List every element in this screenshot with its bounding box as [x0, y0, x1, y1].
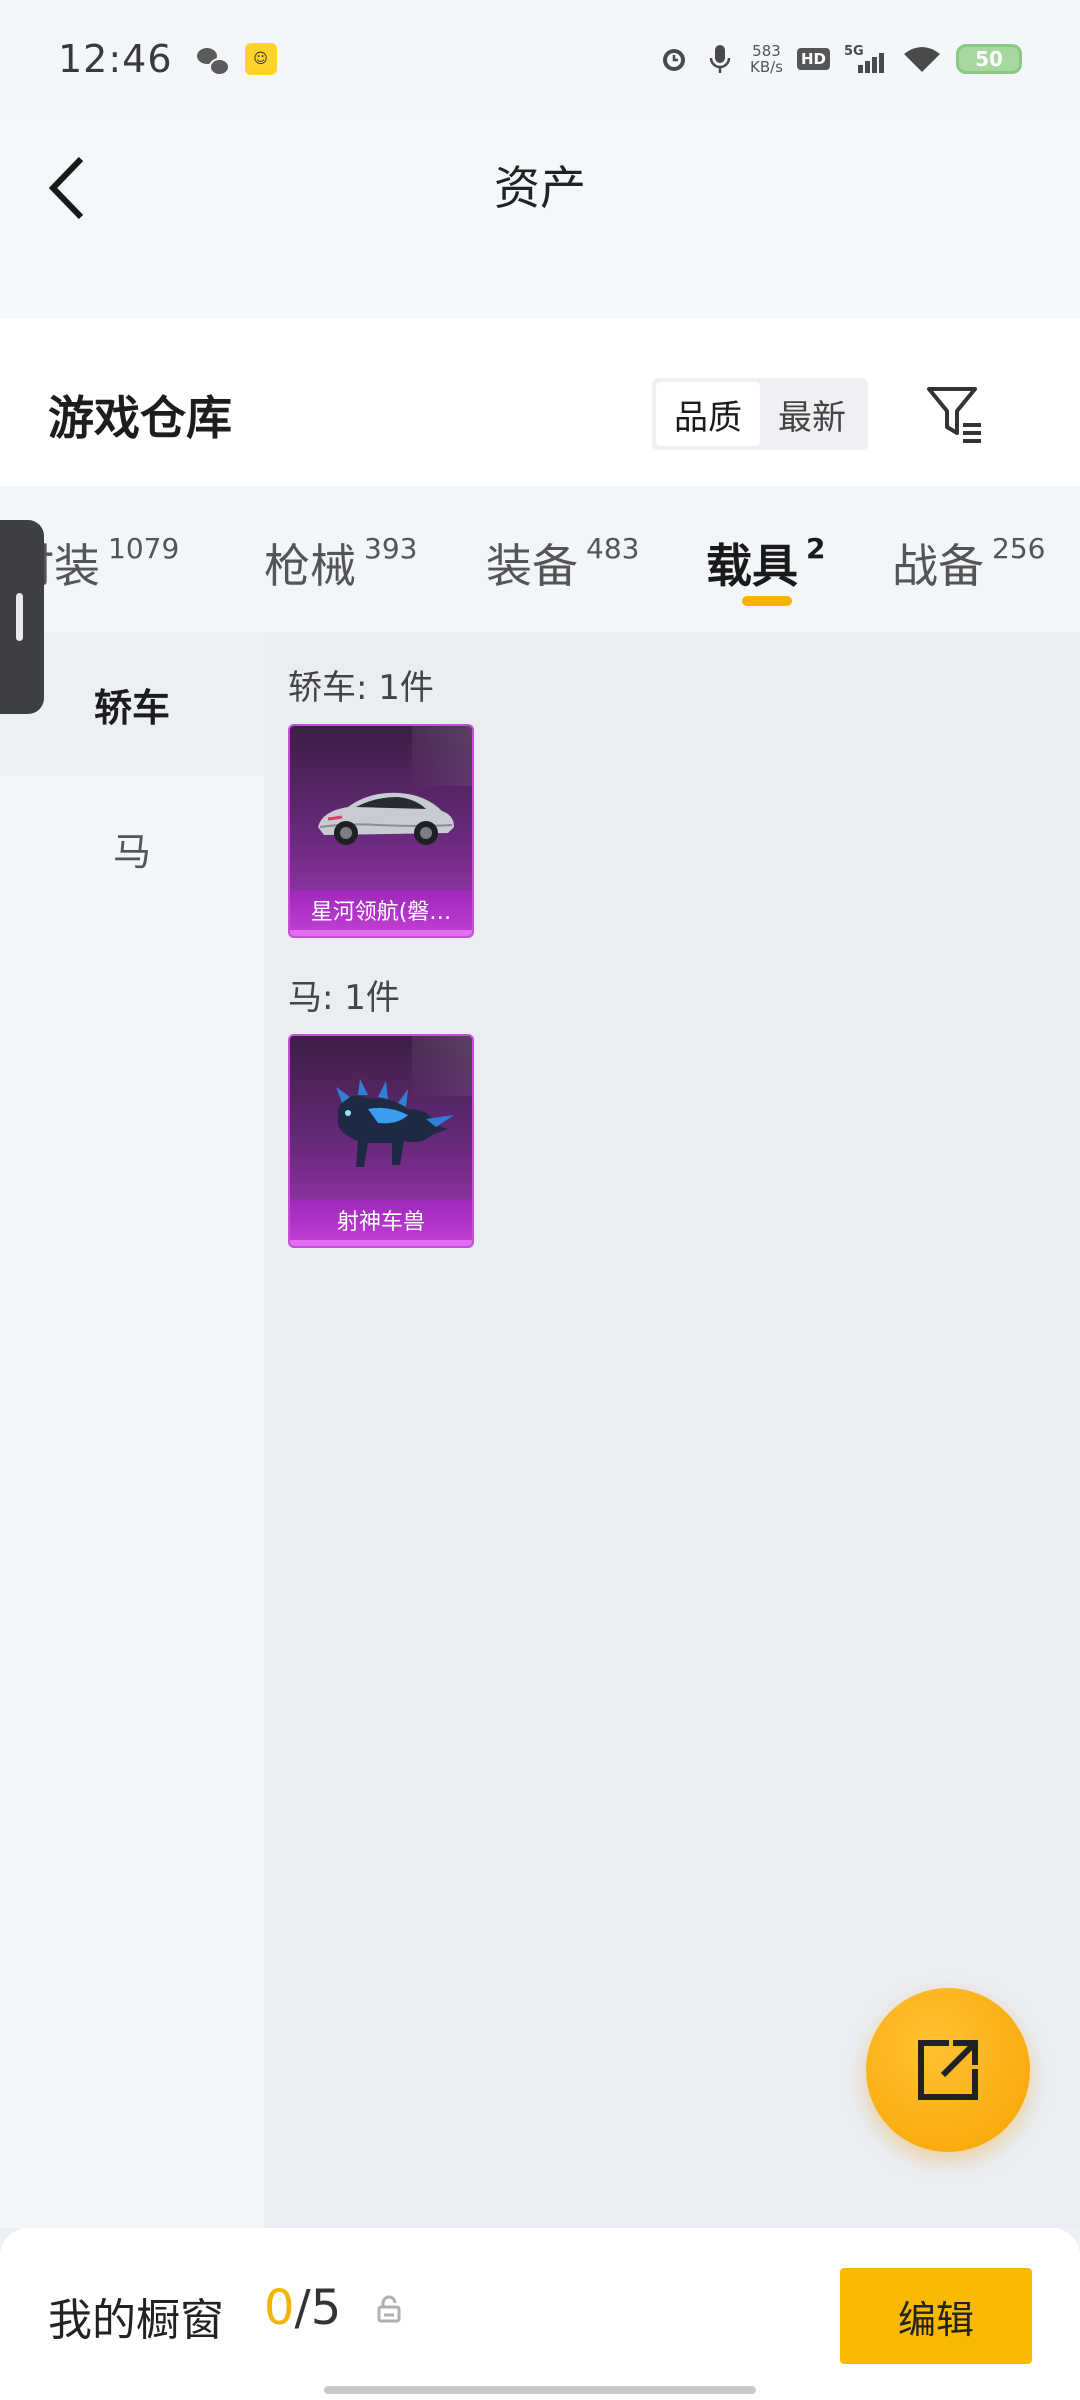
sort-newest-button[interactable]: 最新 [760, 382, 864, 446]
edit-button[interactable]: 编辑 [840, 2268, 1032, 2364]
status-bar: 12:46 ☺ 583 KB/s HD 5G 50 [0, 0, 1080, 118]
filter-button[interactable] [924, 382, 986, 444]
wifi-icon [902, 43, 942, 75]
tab-count: 393 [364, 532, 418, 565]
section-label-sedan: 轿车: 1件 [288, 668, 434, 708]
showcase-total-count: /5 [294, 2280, 342, 2336]
app-header: 资产 [0, 118, 1080, 318]
network-speed-value: 583 [752, 42, 781, 60]
showcase-current-count: 0 [264, 2280, 295, 2336]
sort-quality-button[interactable]: 品质 [656, 382, 760, 446]
share-external-icon [918, 2040, 978, 2100]
warehouse-title: 游戏仓库 [48, 391, 232, 445]
tab-label: 载具 [706, 539, 798, 593]
microphone-icon [704, 43, 736, 75]
svg-text:5G: 5G [844, 44, 864, 59]
network-speed: 583 KB/s [750, 43, 783, 75]
network-speed-unit: KB/s [749, 58, 783, 76]
item-name: 星河领航(磐… [290, 890, 472, 936]
category-tabs: 时装 1079 枪械 393 装备 483 载具 2 战备 256 [0, 486, 1080, 632]
signal-5g-icon: 5G [844, 43, 888, 75]
item-card-horse[interactable]: 射神车兽 [288, 1034, 474, 1248]
app-notification-icon: ☺ [244, 43, 277, 75]
tab-label: 战备 [892, 539, 984, 593]
filter-icon [927, 387, 981, 443]
beast-mount-image [304, 1064, 462, 1184]
tab-fashion[interactable]: 时装 1079 [8, 530, 180, 596]
item-card-sedan[interactable]: 星河领航(磐… [288, 724, 474, 938]
alarm-icon [658, 43, 690, 75]
tab-label: 装备 [486, 539, 578, 593]
tab-battle-gear[interactable]: 战备 256 [892, 530, 1045, 596]
notification-icons: ☺ [196, 43, 277, 76]
showcase-count: 0/5 [264, 2280, 341, 2336]
status-time: 12:46 [58, 37, 173, 81]
tab-firearms[interactable]: 枪械 393 [264, 530, 417, 596]
warehouse-bar: 游戏仓库 品质 最新 [0, 318, 1080, 486]
share-fab-button[interactable] [866, 1988, 1030, 2152]
tab-vehicles[interactable]: 载具 2 [706, 530, 825, 596]
showcase-bar: 我的橱窗 0/5 编辑 [0, 2228, 1080, 2400]
active-tab-indicator [742, 596, 792, 606]
car-image [304, 754, 462, 874]
sidebar-item-horse[interactable]: 马 [0, 776, 264, 920]
tab-count: 483 [586, 532, 640, 565]
wechat-icon [196, 44, 230, 76]
hd-badge: HD [796, 48, 830, 70]
home-indicator [324, 2386, 756, 2394]
subcategory-sidebar: 轿车 马 [0, 632, 264, 2228]
battery-indicator: 50 [956, 44, 1022, 74]
tab-count: 256 [992, 532, 1046, 565]
tab-equipment[interactable]: 装备 483 [486, 530, 639, 596]
tab-label: 枪械 [264, 539, 356, 593]
tab-count: 2 [806, 532, 826, 565]
status-right-icons: 583 KB/s HD 5G 50 [658, 43, 1022, 75]
lock-icon [377, 2295, 401, 2323]
side-drawer-handle[interactable] [0, 520, 44, 714]
section-label-horse: 马: 1件 [288, 978, 400, 1018]
page-title: 资产 [494, 161, 586, 215]
sort-toggle: 品质 最新 [652, 378, 868, 450]
showcase-title: 我的橱窗 [48, 2295, 224, 2346]
tab-count: 1079 [108, 532, 180, 565]
item-name: 射神车兽 [290, 1200, 472, 1246]
